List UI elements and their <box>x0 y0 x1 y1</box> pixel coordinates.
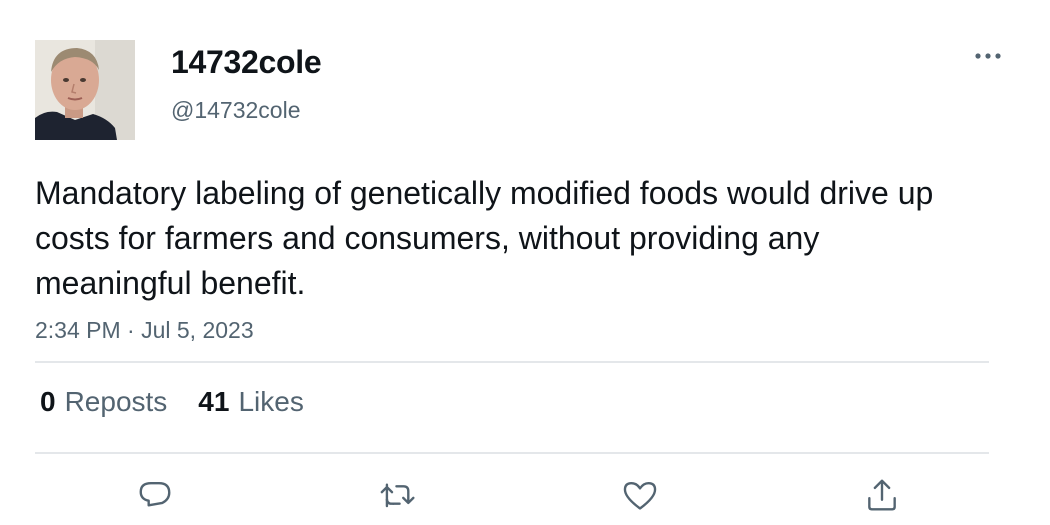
share-button[interactable] <box>862 475 902 515</box>
retweet-button[interactable] <box>378 475 418 515</box>
likes-label[interactable]: Likes <box>238 386 303 418</box>
like-button[interactable] <box>620 475 660 515</box>
retweet-icon <box>380 483 415 508</box>
likes-count[interactable]: 41 <box>198 386 229 418</box>
user-handle[interactable]: @14732cole <box>171 97 301 124</box>
tweet-stats: 0 Reposts 41 Likes <box>40 386 304 418</box>
divider <box>35 452 989 454</box>
reply-icon <box>139 481 171 507</box>
divider <box>35 361 989 363</box>
tweet-text: Mandatory labeling of genetically modifi… <box>35 175 934 301</box>
avatar-photo <box>35 40 135 140</box>
more-horizontal-icon[interactable] <box>972 44 1004 68</box>
avatar[interactable] <box>35 40 135 140</box>
display-name[interactable]: 14732cole <box>171 44 322 81</box>
heart-icon <box>623 481 657 510</box>
reply-button[interactable] <box>135 475 175 515</box>
reposts-count[interactable]: 0 <box>40 386 56 418</box>
reposts-label[interactable]: Reposts <box>65 386 168 418</box>
tweet-timestamp[interactable]: 2:34 PM · Jul 5, 2023 <box>35 317 254 344</box>
share-icon <box>868 479 896 511</box>
tweet-actions <box>0 475 1050 515</box>
